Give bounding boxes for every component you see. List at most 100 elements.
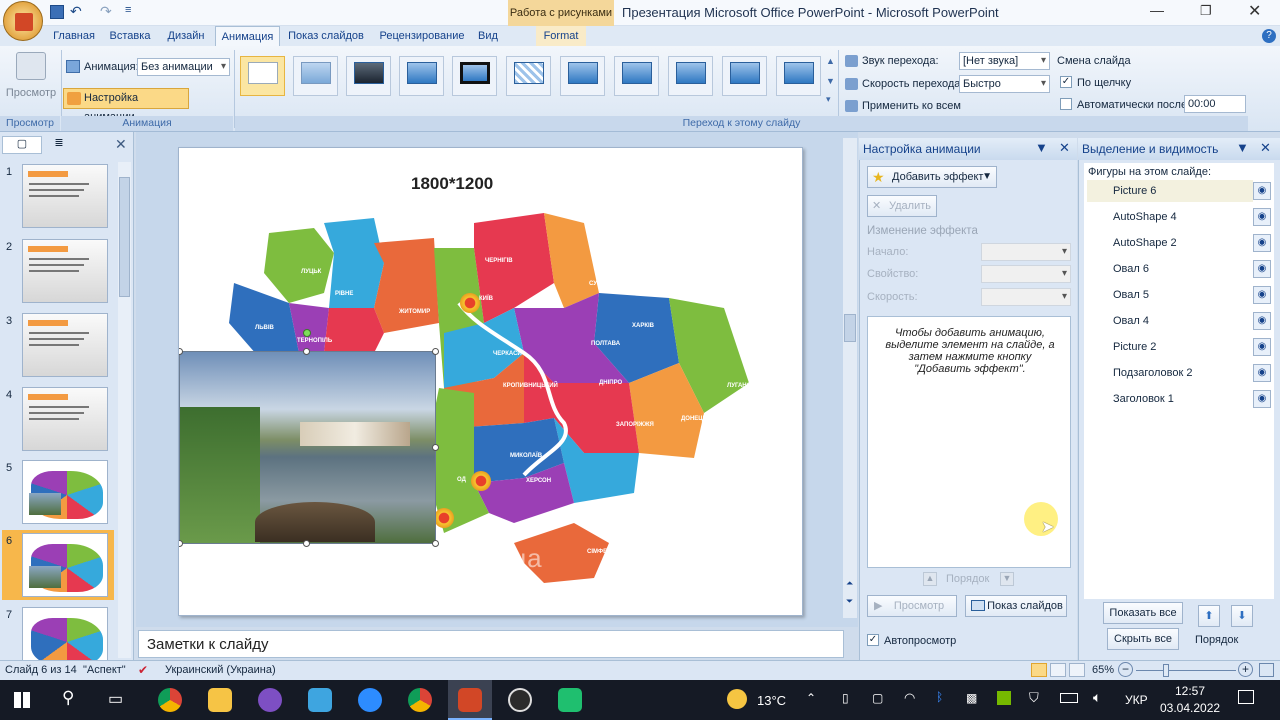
shape-list-item[interactable]: Picture 2: [1087, 336, 1253, 358]
clock-date[interactable]: 03.04.2022: [1160, 701, 1220, 715]
animation-dropdown[interactable]: Без анимации: [137, 58, 230, 76]
next-slide-icon[interactable]: ⏷: [846, 596, 853, 607]
preview-effect-button[interactable]: ▶ Просмотр: [867, 595, 957, 617]
minimize-icon[interactable]: —: [1150, 2, 1164, 18]
gallery-more-icon[interactable]: ▾: [826, 94, 831, 105]
selection-handle[interactable]: [303, 348, 310, 355]
save-icon[interactable]: [50, 5, 64, 19]
start-dropdown[interactable]: [981, 243, 1071, 261]
help-icon[interactable]: ?: [1262, 29, 1276, 43]
slide[interactable]: 1800*1200 ЛУЦЬК РІВНЕ ЖИТОМИР ЧЕРНІГІВ С…: [178, 147, 803, 616]
speed-dropdown[interactable]: Быстро: [959, 75, 1050, 93]
slide-thumbnail[interactable]: [22, 533, 108, 597]
property-dropdown[interactable]: [981, 265, 1071, 283]
visibility-eye-icon[interactable]: ◉: [1253, 286, 1271, 304]
transition-wipe-down[interactable]: [560, 56, 605, 96]
selected-picture[interactable]: [179, 351, 436, 544]
shape-list-item[interactable]: Picture 6: [1087, 180, 1253, 202]
slide-vscroll[interactable]: [843, 138, 857, 618]
paint-icon[interactable]: [308, 688, 332, 712]
tab-review[interactable]: Рецензирование: [374, 26, 470, 46]
chrome-icon[interactable]: [158, 688, 182, 712]
security-shield-icon[interactable]: ⛉: [1029, 690, 1039, 706]
slide-thumbnail[interactable]: [22, 387, 108, 451]
zoom-slider[interactable]: [1136, 670, 1236, 671]
marker-oval[interactable]: [471, 471, 491, 491]
shape-list-item[interactable]: Овал 6: [1087, 258, 1253, 280]
visibility-eye-icon[interactable]: ◉: [1253, 260, 1271, 278]
transition-none[interactable]: [240, 56, 285, 96]
reading-view-icon[interactable]: [1069, 663, 1085, 677]
on-click-checkbox[interactable]: ✓: [1060, 76, 1072, 89]
outline-tab[interactable]: ≣: [44, 136, 74, 154]
undo-icon[interactable]: ↶: [70, 3, 82, 20]
viber-icon[interactable]: [258, 688, 282, 712]
language[interactable]: Украинский (Украина): [165, 664, 276, 676]
zoom-app-icon[interactable]: [358, 688, 382, 712]
slideshow-button[interactable]: Показ слайдов: [965, 595, 1067, 617]
selection-pane-close-icon[interactable]: ✕: [1260, 140, 1271, 156]
transition-dissolve[interactable]: [506, 56, 551, 96]
anim-panel-close-icon[interactable]: ✕: [1059, 140, 1070, 156]
tray-chevron-up-icon[interactable]: ⌃: [806, 691, 816, 705]
order-down-icon[interactable]: ▼: [1000, 572, 1014, 586]
bluetooth-icon[interactable]: ᛒ: [936, 690, 943, 704]
task-view-icon[interactable]: ▭: [108, 689, 123, 709]
shape-list-item[interactable]: Овал 5: [1087, 284, 1253, 306]
transition-cut[interactable]: [399, 56, 444, 96]
transition-wipe-left[interactable]: [614, 56, 659, 96]
spellcheck-icon[interactable]: ✔: [138, 663, 148, 677]
file-explorer-icon[interactable]: [208, 688, 232, 712]
selection-pane-menu-icon[interactable]: ▼: [1236, 140, 1249, 155]
shape-list-item[interactable]: Овал 4: [1087, 310, 1253, 332]
move-down-button[interactable]: ⬇: [1231, 605, 1253, 627]
hide-all-button[interactable]: Скрыть все: [1107, 628, 1179, 650]
fit-window-icon[interactable]: [1259, 663, 1274, 677]
notifications-icon[interactable]: [1238, 690, 1254, 704]
slide-thumbnail[interactable]: [22, 164, 108, 228]
phone-link-icon[interactable]: ▢: [872, 691, 883, 705]
transition-fade-through-black[interactable]: [346, 56, 391, 96]
tab-slideshow[interactable]: Показ слайдов: [286, 26, 366, 46]
visibility-eye-icon[interactable]: ◉: [1253, 338, 1271, 356]
marker-oval[interactable]: [460, 293, 480, 313]
preview-button[interactable]: Просмотр: [4, 50, 58, 110]
speed-effect-dropdown[interactable]: [981, 288, 1071, 306]
selection-handle[interactable]: [179, 540, 183, 547]
tab-insert[interactable]: Вставка: [104, 26, 156, 46]
zoom-out-icon[interactable]: −: [1118, 662, 1133, 677]
transition-wipe-right[interactable]: [668, 56, 713, 96]
office-button[interactable]: [3, 1, 43, 41]
tray-app-icon[interactable]: ▩: [966, 691, 977, 705]
close-panel-icon[interactable]: ✕: [115, 136, 127, 153]
transition-cut-black[interactable]: [452, 56, 497, 96]
visibility-eye-icon[interactable]: ◉: [1253, 182, 1271, 200]
slide-thumbnail[interactable]: [22, 313, 108, 377]
nvidia-icon[interactable]: [997, 691, 1011, 705]
tab-home[interactable]: Главная: [48, 26, 100, 46]
custom-animation-button[interactable]: Настройка анимации: [63, 88, 189, 123]
slides-tab[interactable]: ▢: [2, 136, 42, 154]
tab-animation[interactable]: Анимация: [215, 26, 280, 46]
shape-list-item[interactable]: Подзаголовок 2: [1087, 362, 1253, 384]
chrome-profile-icon[interactable]: [408, 688, 432, 712]
wifi-icon[interactable]: ◠: [904, 690, 915, 706]
selection-handle[interactable]: [432, 348, 439, 355]
shape-list-item[interactable]: Заголовок 1: [1087, 388, 1253, 410]
weather-temp[interactable]: 13°C: [757, 693, 786, 708]
autopreview-checkbox[interactable]: ✓: [867, 634, 879, 647]
slide-title[interactable]: 1800*1200: [411, 174, 493, 194]
zoom-level[interactable]: 65%: [1092, 664, 1114, 676]
move-up-button[interactable]: ⬆: [1198, 605, 1220, 627]
slide-thumbnail[interactable]: [22, 460, 108, 524]
visibility-eye-icon[interactable]: ◉: [1253, 208, 1271, 226]
gallery-scroll-up-icon[interactable]: ▲: [826, 56, 835, 66]
visibility-eye-icon[interactable]: ◉: [1253, 312, 1271, 330]
tab-format[interactable]: Format: [536, 26, 586, 46]
volume-icon[interactable]: 🔈︎: [1093, 689, 1101, 706]
show-all-button[interactable]: Показать все: [1103, 602, 1183, 624]
slides-scrollbar-thumb[interactable]: [119, 177, 130, 297]
normal-view-icon[interactable]: [1031, 663, 1047, 677]
gallery-scroll-down-icon[interactable]: ▼: [826, 76, 835, 86]
prev-slide-icon[interactable]: ⏶: [846, 578, 853, 589]
